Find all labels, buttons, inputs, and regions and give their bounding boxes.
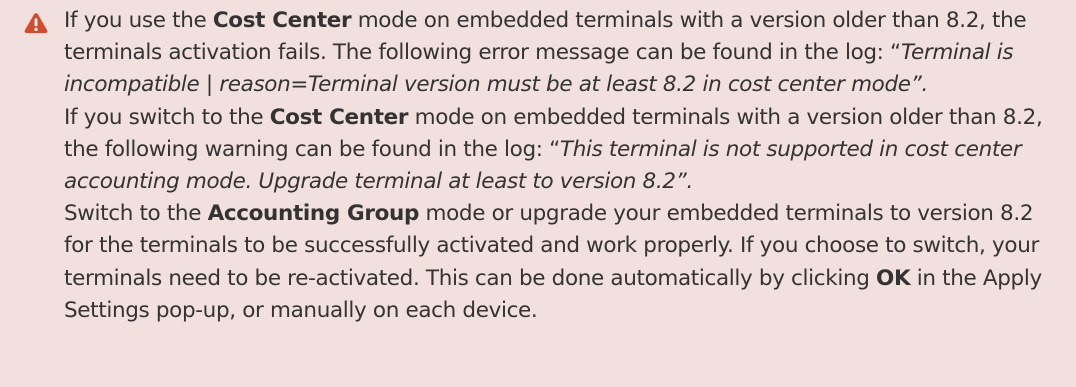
p1-text-1: If you use the <box>64 8 213 33</box>
warning-icon <box>24 13 48 33</box>
p2-text-1: If you switch to the <box>64 104 270 130</box>
resolution-paragraph: Switch to the Accounting Group mode or u… <box>64 198 1064 327</box>
callout-text: If you use the Cost Center mode on embed… <box>64 5 1064 327</box>
switch-warning-paragraph: If you switch to the Cost Center mode on… <box>64 102 1064 199</box>
p1-cost-center-bold: Cost Center <box>212 8 352 33</box>
p3-text-1: Switch to the <box>64 201 208 227</box>
p3-accounting-group-bold: Accounting Group <box>207 201 420 227</box>
p3-ok-bold: OK <box>876 265 911 291</box>
warning-callout: If you use the Cost Center mode on embed… <box>0 0 1076 387</box>
p2-cost-center-bold: Cost Center <box>269 104 409 130</box>
incompatible-error-paragraph: If you use the Cost Center mode on embed… <box>64 5 1064 102</box>
